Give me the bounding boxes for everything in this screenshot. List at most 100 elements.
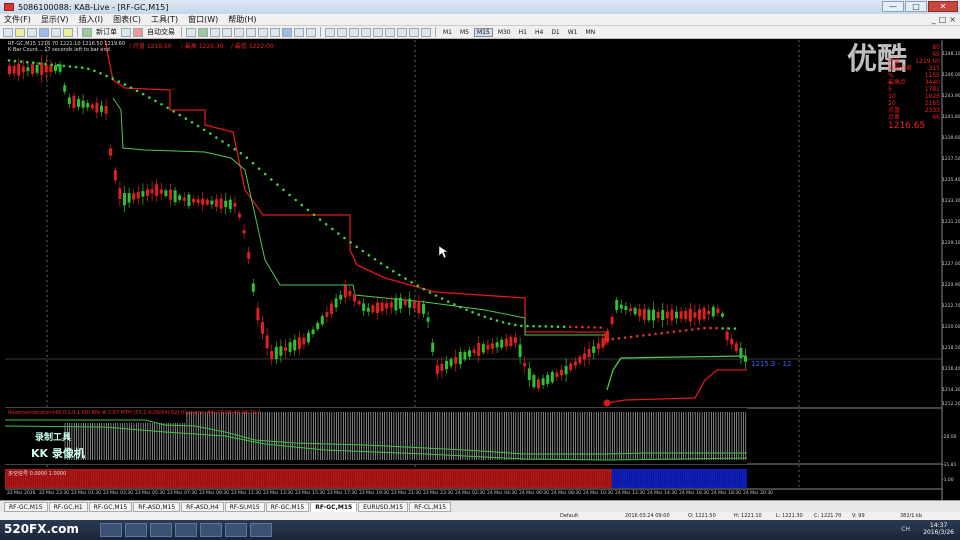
chart-tab[interactable]: RF-GC,M15: [88, 501, 133, 512]
fibonacci-icon[interactable]: [397, 27, 407, 37]
timeframe-w1[interactable]: W1: [565, 28, 581, 37]
indicators-icon[interactable]: [282, 27, 292, 37]
horizontal-line-icon[interactable]: [361, 27, 371, 37]
chart-shift-icon[interactable]: [270, 27, 280, 37]
status-profile[interactable]: Default: [560, 513, 578, 519]
chart-tab[interactable]: RF-GC,H1: [48, 501, 88, 512]
profiles-icon[interactable]: [15, 27, 25, 37]
taskbar-app-icon[interactable]: [225, 523, 247, 537]
vertical-line-icon[interactable]: [349, 27, 359, 37]
info-row: 10 1926: [888, 93, 940, 100]
new-chart-icon[interactable]: [3, 27, 13, 37]
minimize-button[interactable]: —: [882, 1, 904, 12]
time-axis[interactable]: 22 Mar 2016 22 Mar 23:30 23 Mar 01:30 23 Ma…: [5, 491, 945, 499]
auto-trading-button[interactable]: 自动交易: [145, 27, 177, 37]
chart-tab[interactable]: RF-ASD,M15: [133, 501, 181, 512]
terminal-icon[interactable]: [51, 27, 61, 37]
candle-body: [77, 99, 80, 107]
time-tick-label: 23 Mar 21:30: [391, 491, 422, 496]
label-icon[interactable]: [421, 27, 431, 37]
upper-stop-line: [606, 355, 746, 391]
mdi-minimize-button[interactable]: _: [932, 15, 936, 24]
ma-dot: [202, 128, 206, 132]
candlestick-icon[interactable]: [198, 27, 208, 37]
chart-tab[interactable]: RF-GC,M15: [4, 501, 48, 512]
mdi-restore-button[interactable]: □: [939, 15, 947, 24]
chart-tab[interactable]: RF-SI,M15: [224, 501, 265, 512]
taskbar-app-icon[interactable]: [200, 523, 222, 537]
ma-dot: [648, 333, 651, 337]
menu-view[interactable]: 显示(V): [41, 14, 69, 25]
chart-tab[interactable]: RF-GC,M15: [265, 501, 310, 512]
taskbar-app-icon[interactable]: [175, 523, 197, 537]
ma-dot: [172, 110, 175, 113]
auto-trading-icon[interactable]: [133, 27, 143, 37]
timeframe-mn[interactable]: MN: [583, 28, 599, 37]
maximize-button[interactable]: □: [905, 1, 927, 12]
line-chart-icon[interactable]: [210, 27, 220, 37]
info-row: 65: [932, 51, 940, 58]
menu-tools[interactable]: 工具(T): [151, 14, 178, 25]
timeframe-d1[interactable]: D1: [548, 28, 562, 37]
mdi-close-button[interactable]: ×: [949, 15, 956, 24]
new-order-icon[interactable]: [82, 27, 92, 37]
candle-body: [546, 374, 550, 384]
trendline-icon[interactable]: [373, 27, 383, 37]
time-tick-label: 23 Mar 17:30: [327, 491, 358, 496]
zoom-out-icon[interactable]: [234, 27, 244, 37]
channel-icon[interactable]: [385, 27, 395, 37]
tile-windows-icon[interactable]: [246, 27, 256, 37]
candle-body: [118, 188, 122, 199]
taskbar-app-icon[interactable]: [125, 523, 147, 537]
text-icon[interactable]: [409, 27, 419, 37]
menu-file[interactable]: 文件(F): [4, 14, 31, 25]
window-title: 5086100088: KAB-Live - [RF-GC,M15]: [18, 2, 169, 12]
bar-chart-icon[interactable]: [186, 27, 196, 37]
menu-charts[interactable]: 图表(C): [113, 14, 141, 25]
cursor-icon[interactable]: [325, 27, 335, 37]
menu-insert[interactable]: 插入(I): [79, 14, 104, 25]
strategy-tester-icon[interactable]: [63, 27, 73, 37]
timeframe-m5[interactable]: M5: [457, 28, 472, 37]
taskbar-app-icon[interactable]: [100, 523, 122, 537]
timeframe-m30[interactable]: M30: [495, 28, 514, 37]
timeframe-m1[interactable]: M1: [440, 28, 455, 37]
taskbar-tray[interactable]: CH: [901, 526, 910, 533]
auto-scroll-icon[interactable]: [258, 27, 268, 37]
candle-body: [284, 347, 287, 351]
price-axis[interactable]: 1248.10 1246.00 1243.90 1241.80 1239.60 1237.…: [942, 40, 960, 500]
navigator-icon[interactable]: [39, 27, 49, 37]
timeframe-h4[interactable]: H4: [532, 28, 546, 37]
zoom-in-icon[interactable]: [222, 27, 232, 37]
taskbar-app-icon[interactable]: [250, 523, 272, 537]
candle-body: [642, 308, 646, 320]
close-button[interactable]: ✕: [928, 1, 958, 12]
chart-window[interactable]: RF-GC,M15 1216.70 1221.10 1216.50 1219.6…: [5, 40, 960, 500]
chart-tab[interactable]: EURUSD,M15: [358, 501, 409, 512]
crosshair-icon[interactable]: [337, 27, 347, 37]
ma-dot: [306, 208, 310, 212]
menu-window[interactable]: 窗口(W): [188, 14, 218, 25]
templates-icon[interactable]: [306, 27, 316, 37]
taskbar-app-icon[interactable]: [150, 523, 172, 537]
timeframe-h1[interactable]: H1: [516, 28, 530, 37]
ma-dot: [367, 253, 371, 257]
menu-help[interactable]: 帮助(H): [228, 14, 256, 25]
taskbar-clock[interactable]: 14:37 2016/3/26: [923, 522, 954, 536]
ma-dot: [507, 322, 511, 326]
chart-tab[interactable]: RF-ASD,H4: [181, 501, 224, 512]
lower-stop-line: [606, 369, 747, 404]
price-tick-label: -1.00: [942, 478, 954, 483]
candle-body: [647, 309, 651, 321]
periods-icon[interactable]: [294, 27, 304, 37]
ma-dot: [623, 336, 627, 339]
chart-tab[interactable]: RF-GC,M15: [310, 501, 358, 512]
price-chart[interactable]: [5, 40, 957, 500]
new-order-button[interactable]: 新订单: [94, 27, 119, 37]
candle-body: [716, 308, 720, 314]
chart-tab[interactable]: RF-CL,M15: [409, 501, 452, 512]
market-watch-icon[interactable]: [27, 27, 37, 37]
meta-editor-icon[interactable]: [121, 27, 131, 37]
timeframe-m15[interactable]: M15: [474, 27, 493, 37]
ma-dot: [532, 324, 535, 328]
